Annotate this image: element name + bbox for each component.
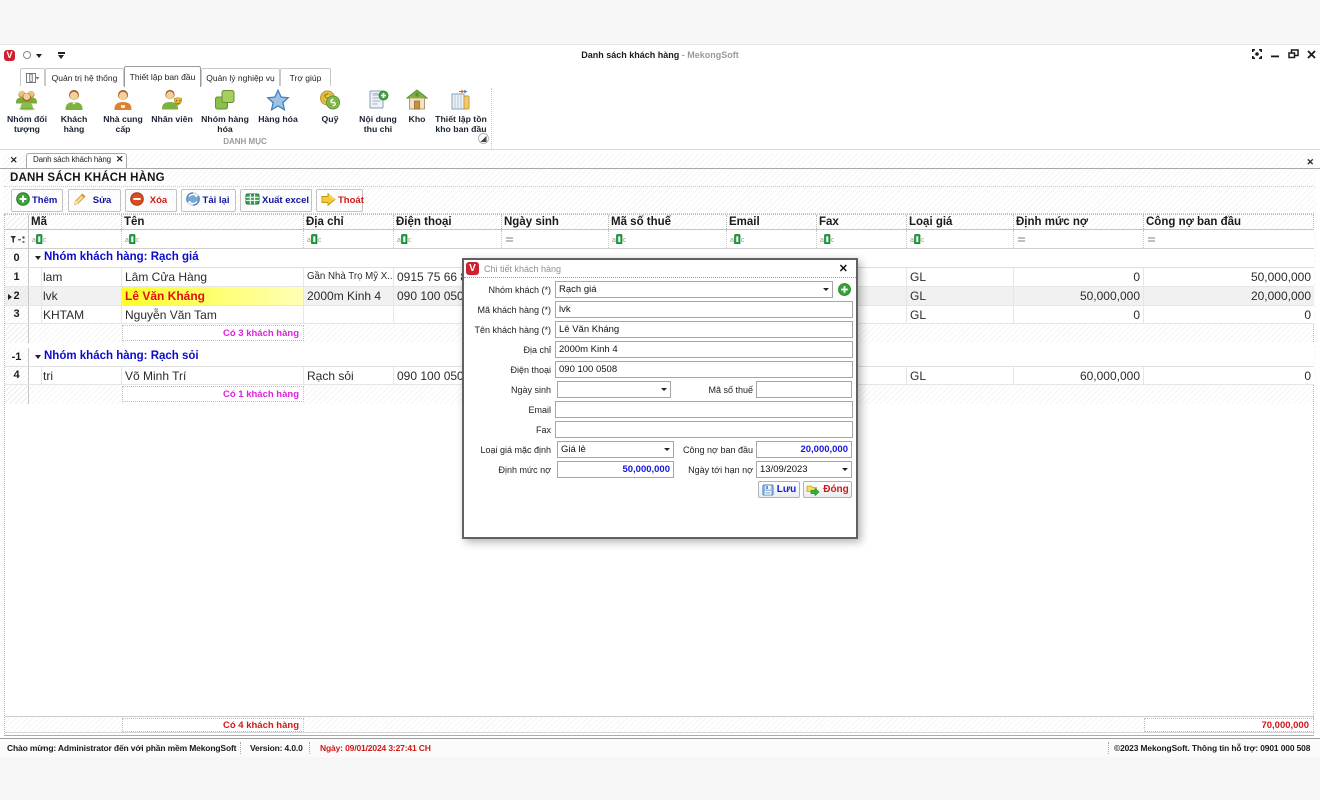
svg-text:c: c	[623, 237, 626, 244]
svg-text:a: a	[397, 237, 401, 244]
svg-text:c: c	[43, 237, 46, 244]
svg-text:a: a	[307, 237, 311, 244]
svg-text:c: c	[136, 237, 139, 244]
svg-text:c: c	[831, 237, 834, 244]
svg-text:a: a	[612, 237, 616, 244]
svg-text:c: c	[921, 237, 924, 244]
svg-text:a: a	[910, 237, 914, 244]
svg-text:a: a	[820, 237, 824, 244]
svg-text:a: a	[32, 237, 36, 244]
svg-text:a: a	[125, 237, 129, 244]
svg-text:c: c	[318, 237, 321, 244]
svg-text:c: c	[408, 237, 411, 244]
svg-text:c: c	[741, 237, 744, 244]
svg-text:a: a	[730, 237, 734, 244]
